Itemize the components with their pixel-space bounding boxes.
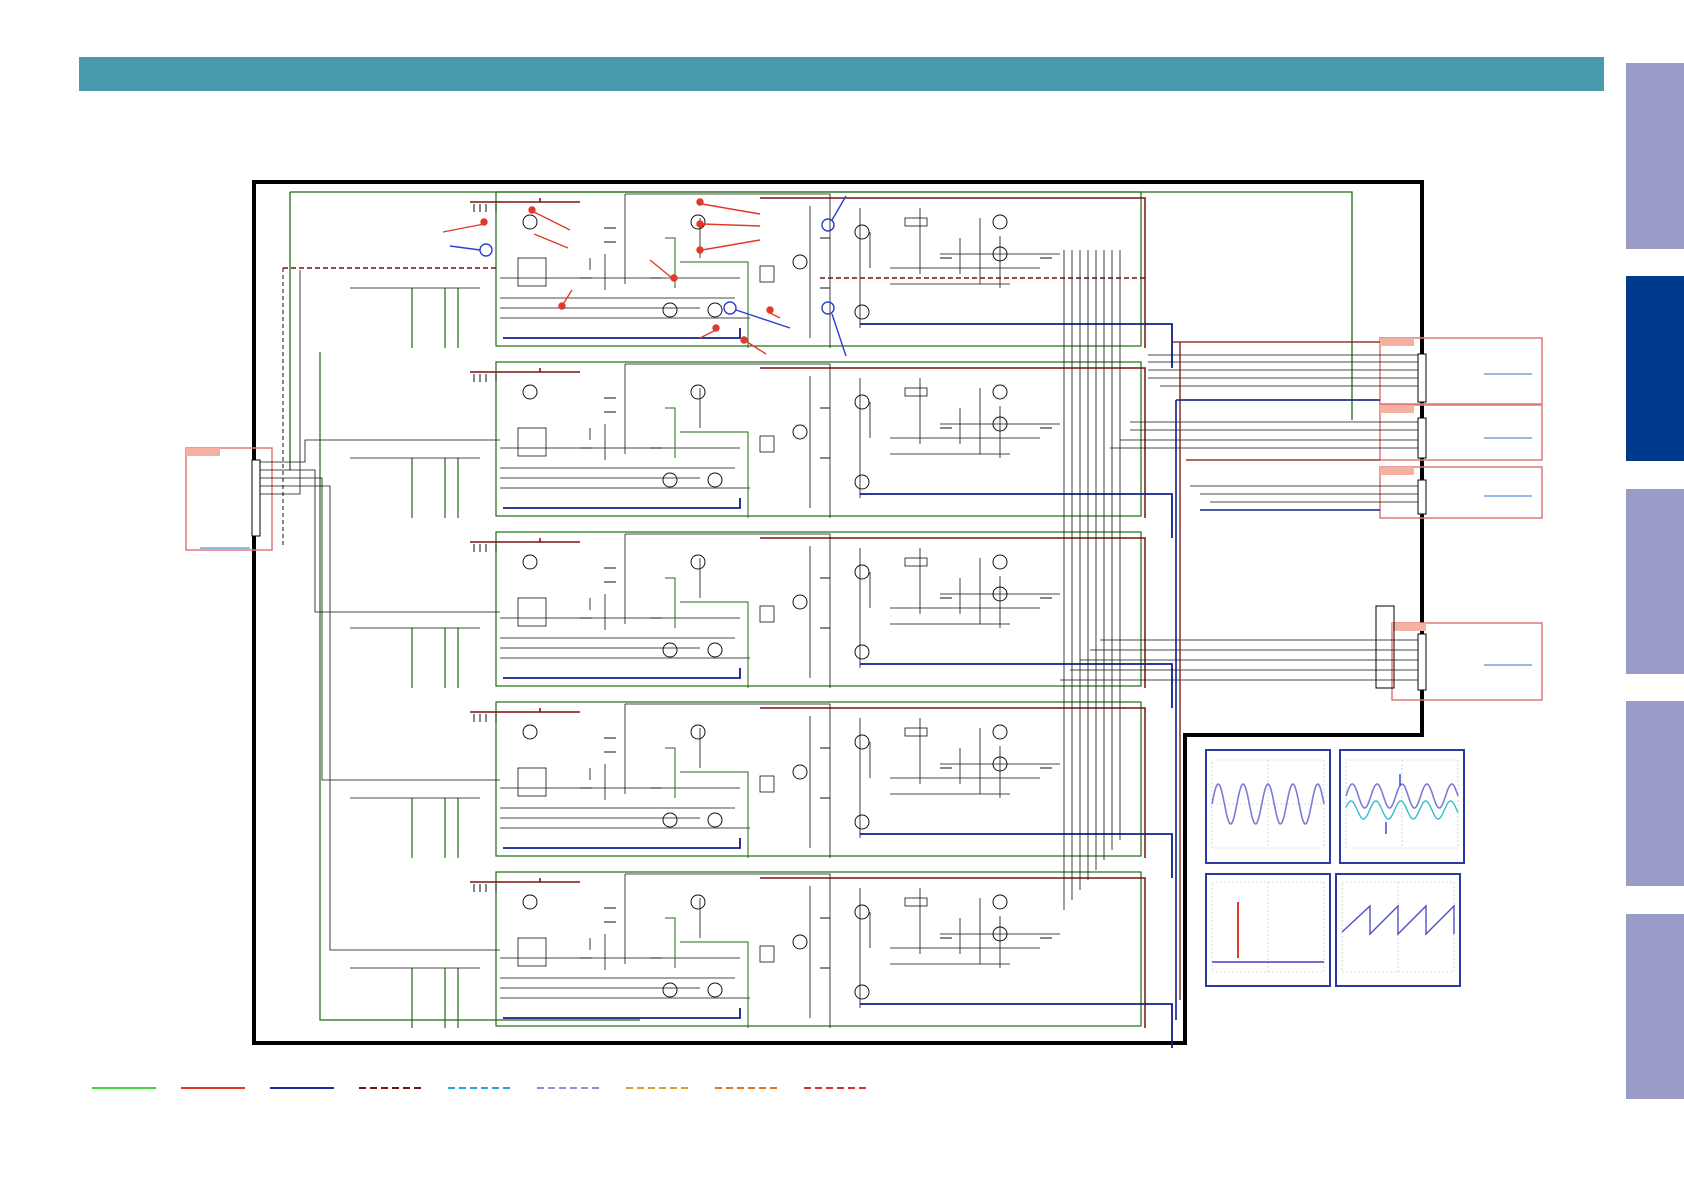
channel-2	[349, 361, 1173, 539]
right-connector-3	[1379, 466, 1543, 519]
right-connector-4	[1375, 605, 1543, 701]
scope-sine	[1205, 749, 1331, 864]
scope-sawtooth	[1335, 873, 1461, 987]
left-connector	[185, 447, 273, 551]
dashed-rail	[283, 267, 1145, 279]
schematic-diagram	[92, 180, 1543, 1089]
measurement-points-red	[442, 198, 781, 355]
channel-3	[349, 531, 1173, 709]
channel-4	[349, 701, 1173, 879]
scope-dual-sine	[1339, 749, 1465, 864]
measurement-points-blue	[449, 195, 847, 357]
right-connector-2	[1379, 404, 1543, 461]
channel-1	[349, 191, 1173, 369]
scope-dc	[1205, 873, 1331, 987]
bus-lines	[1060, 354, 1418, 681]
right-connector-1	[1379, 337, 1543, 405]
channel-5	[349, 871, 1173, 1049]
